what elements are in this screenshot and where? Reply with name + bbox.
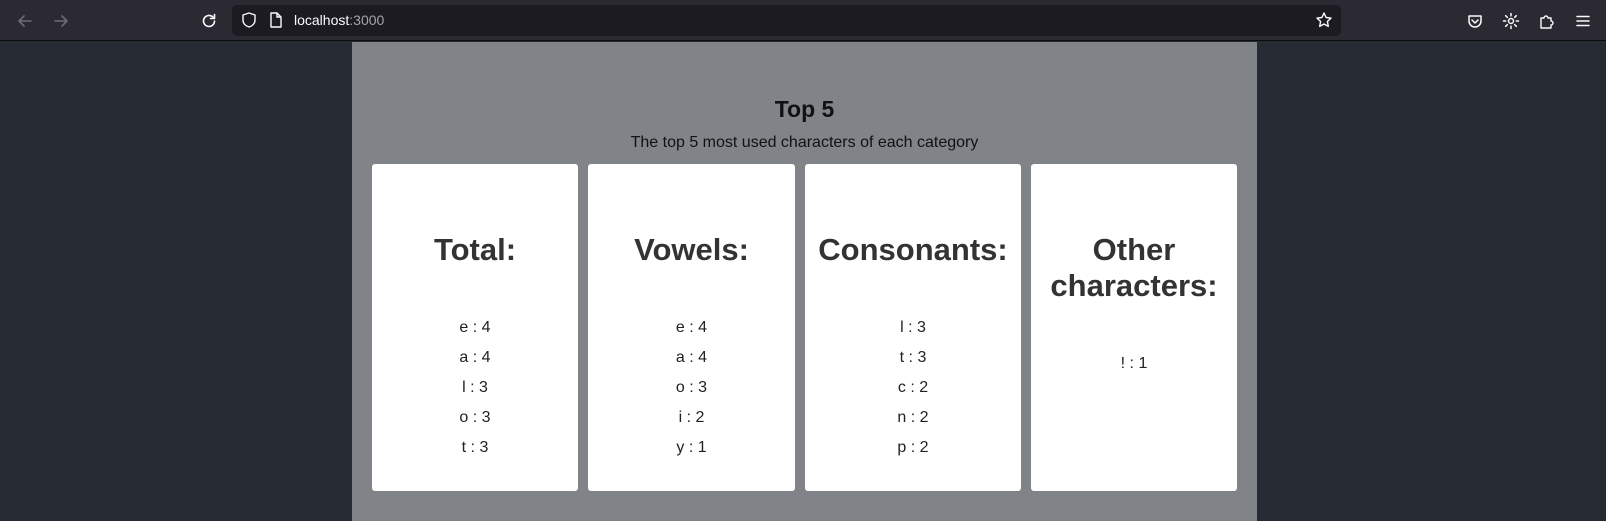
back-button[interactable] (12, 8, 38, 34)
card-total: Total: e : 4 a : 4 l : 3 o : 3 t : 3 (372, 164, 578, 491)
card-list: e : 4 a : 4 l : 3 o : 3 t : 3 (372, 313, 578, 463)
list-item: n : 2 (897, 409, 929, 426)
card-list: l : 3 t : 3 c : 2 n : 2 p : 2 (805, 313, 1021, 463)
list-item: y : 1 (676, 439, 707, 456)
settings-button[interactable] (1498, 8, 1524, 34)
card-title-line: Other (1092, 232, 1176, 267)
list-item: e : 4 (675, 319, 708, 336)
list-item: l : 3 (900, 319, 926, 336)
card-list: e : 4 a : 4 o : 3 i : 2 y : 1 (588, 313, 795, 463)
page-subtitle: The top 5 most used characters of each c… (630, 134, 979, 151)
list-item: l : 3 (462, 379, 488, 396)
pocket-icon (1468, 15, 1482, 28)
card-consonants: Consonants: l : 3 t : 3 c : 2 n : 2 p : … (805, 164, 1021, 491)
page-content: Top 5 The top 5 most used characters of … (352, 42, 1257, 521)
card-list: ! : 1 (1031, 349, 1237, 379)
list-item: a : 4 (459, 349, 491, 366)
list-item: o : 3 (675, 379, 708, 396)
menu-button[interactable] (1570, 8, 1596, 34)
url-port: :3000 (349, 12, 385, 28)
list-item: p : 2 (897, 439, 929, 456)
arrow-left-icon (18, 15, 32, 27)
url-text[interactable]: localhost:3000 (294, 12, 384, 28)
list-item: i : 2 (678, 409, 705, 426)
hamburger-menu-icon (1576, 15, 1590, 27)
list-item: ! : 1 (1120, 355, 1148, 372)
shield-icon[interactable] (240, 11, 258, 29)
list-item: t : 3 (461, 439, 489, 456)
card-title: Total: (433, 232, 517, 267)
card-other-characters: Other characters: ! : 1 (1031, 164, 1237, 491)
url-bar[interactable]: localhost:3000 (232, 5, 1341, 36)
list-item: e : 4 (459, 319, 491, 336)
url-host: localhost (294, 12, 350, 28)
list-item: o : 3 (459, 409, 491, 426)
extensions-button[interactable] (1534, 8, 1560, 34)
card-title: Other characters: (1031, 232, 1237, 304)
pocket-button[interactable] (1462, 8, 1488, 34)
gear-icon (1502, 12, 1520, 30)
forward-button[interactable] (48, 8, 74, 34)
list-item: a : 4 (675, 349, 708, 366)
card-title: Vowels: (634, 232, 749, 267)
card-title: Consonants: (818, 232, 1008, 267)
list-item: c : 2 (897, 379, 929, 396)
puzzle-icon (1540, 15, 1554, 29)
reload-icon (202, 13, 216, 28)
page-icon (270, 12, 282, 28)
arrow-right-icon (54, 15, 68, 27)
reload-button[interactable] (196, 8, 222, 34)
card-vowels: Vowels: e : 4 a : 4 o : 3 i : 2 y : 1 (588, 164, 795, 491)
browser-toolbar: localhost:3000 (0, 0, 1606, 41)
bookmark-star-icon[interactable] (1315, 11, 1333, 29)
page-title: Top 5 (774, 96, 835, 122)
card-title-line: characters: (1050, 268, 1218, 303)
list-item: t : 3 (899, 349, 927, 366)
